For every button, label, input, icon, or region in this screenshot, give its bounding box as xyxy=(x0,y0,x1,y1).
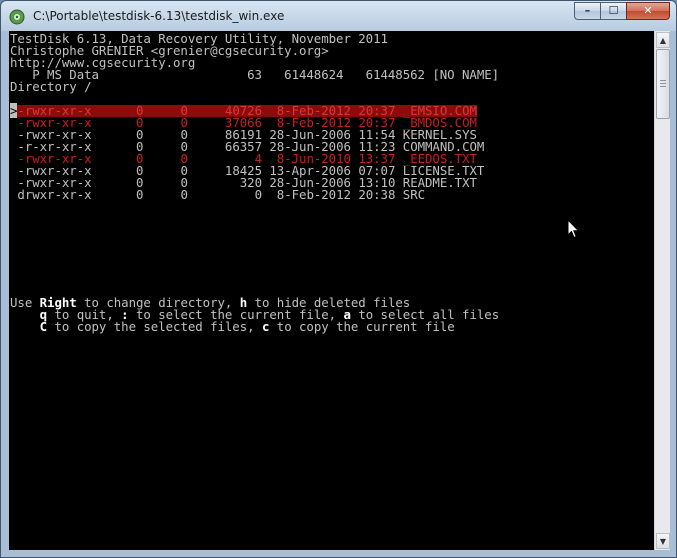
scroll-down-arrow-icon[interactable]: ▼ xyxy=(656,533,670,549)
caption-buttons: – ☐ ✕ xyxy=(574,2,670,21)
minimize-button[interactable]: – xyxy=(574,2,600,20)
file-time: 20:38 xyxy=(350,187,396,202)
console-output[interactable]: TestDisk 6.13, Data Recovery Utility, No… xyxy=(9,31,654,550)
maximize-button[interactable]: ☐ xyxy=(600,2,626,20)
vertical-scrollbar[interactable]: ▲ ▼ xyxy=(654,31,670,550)
title-bar[interactable]: C:\Portable\testdisk-6.13\testdisk_win.e… xyxy=(1,1,676,31)
close-button[interactable]: ✕ xyxy=(626,2,670,20)
file-gid: 0 xyxy=(143,187,188,202)
grip-line xyxy=(660,80,666,81)
file-date: 8-Feb-2012 xyxy=(261,187,351,202)
file-row[interactable]: drwxr-xr-x 0 0 0 8-Feb-2012 20:38 SRC xyxy=(10,187,426,202)
grip-line xyxy=(660,83,666,84)
window-title: C:\Portable\testdisk-6.13\testdisk_win.e… xyxy=(33,9,285,23)
file-permissions: drwxr-xr-x xyxy=(17,187,99,202)
help-line-3: C to copy the selected files, c to copy … xyxy=(10,319,455,334)
file-uid: 0 xyxy=(98,187,144,202)
directory-path: Directory / xyxy=(10,79,92,94)
help-key-C: C xyxy=(39,319,48,334)
help-text xyxy=(10,319,40,334)
scroll-up-arrow-icon[interactable]: ▲ xyxy=(656,32,670,48)
scroll-thumb[interactable] xyxy=(656,49,670,119)
testdisk-app-icon xyxy=(9,9,25,25)
console-window: C:\Portable\testdisk-6.13\testdisk_win.e… xyxy=(0,0,677,558)
mouse-pointer-icon xyxy=(567,219,580,239)
help-text: to copy the selected files, xyxy=(47,319,262,334)
grip-line xyxy=(660,86,666,87)
file-name: SRC xyxy=(395,187,426,202)
file-size: 0 xyxy=(187,187,262,202)
help-text: to copy the current file xyxy=(269,319,455,334)
